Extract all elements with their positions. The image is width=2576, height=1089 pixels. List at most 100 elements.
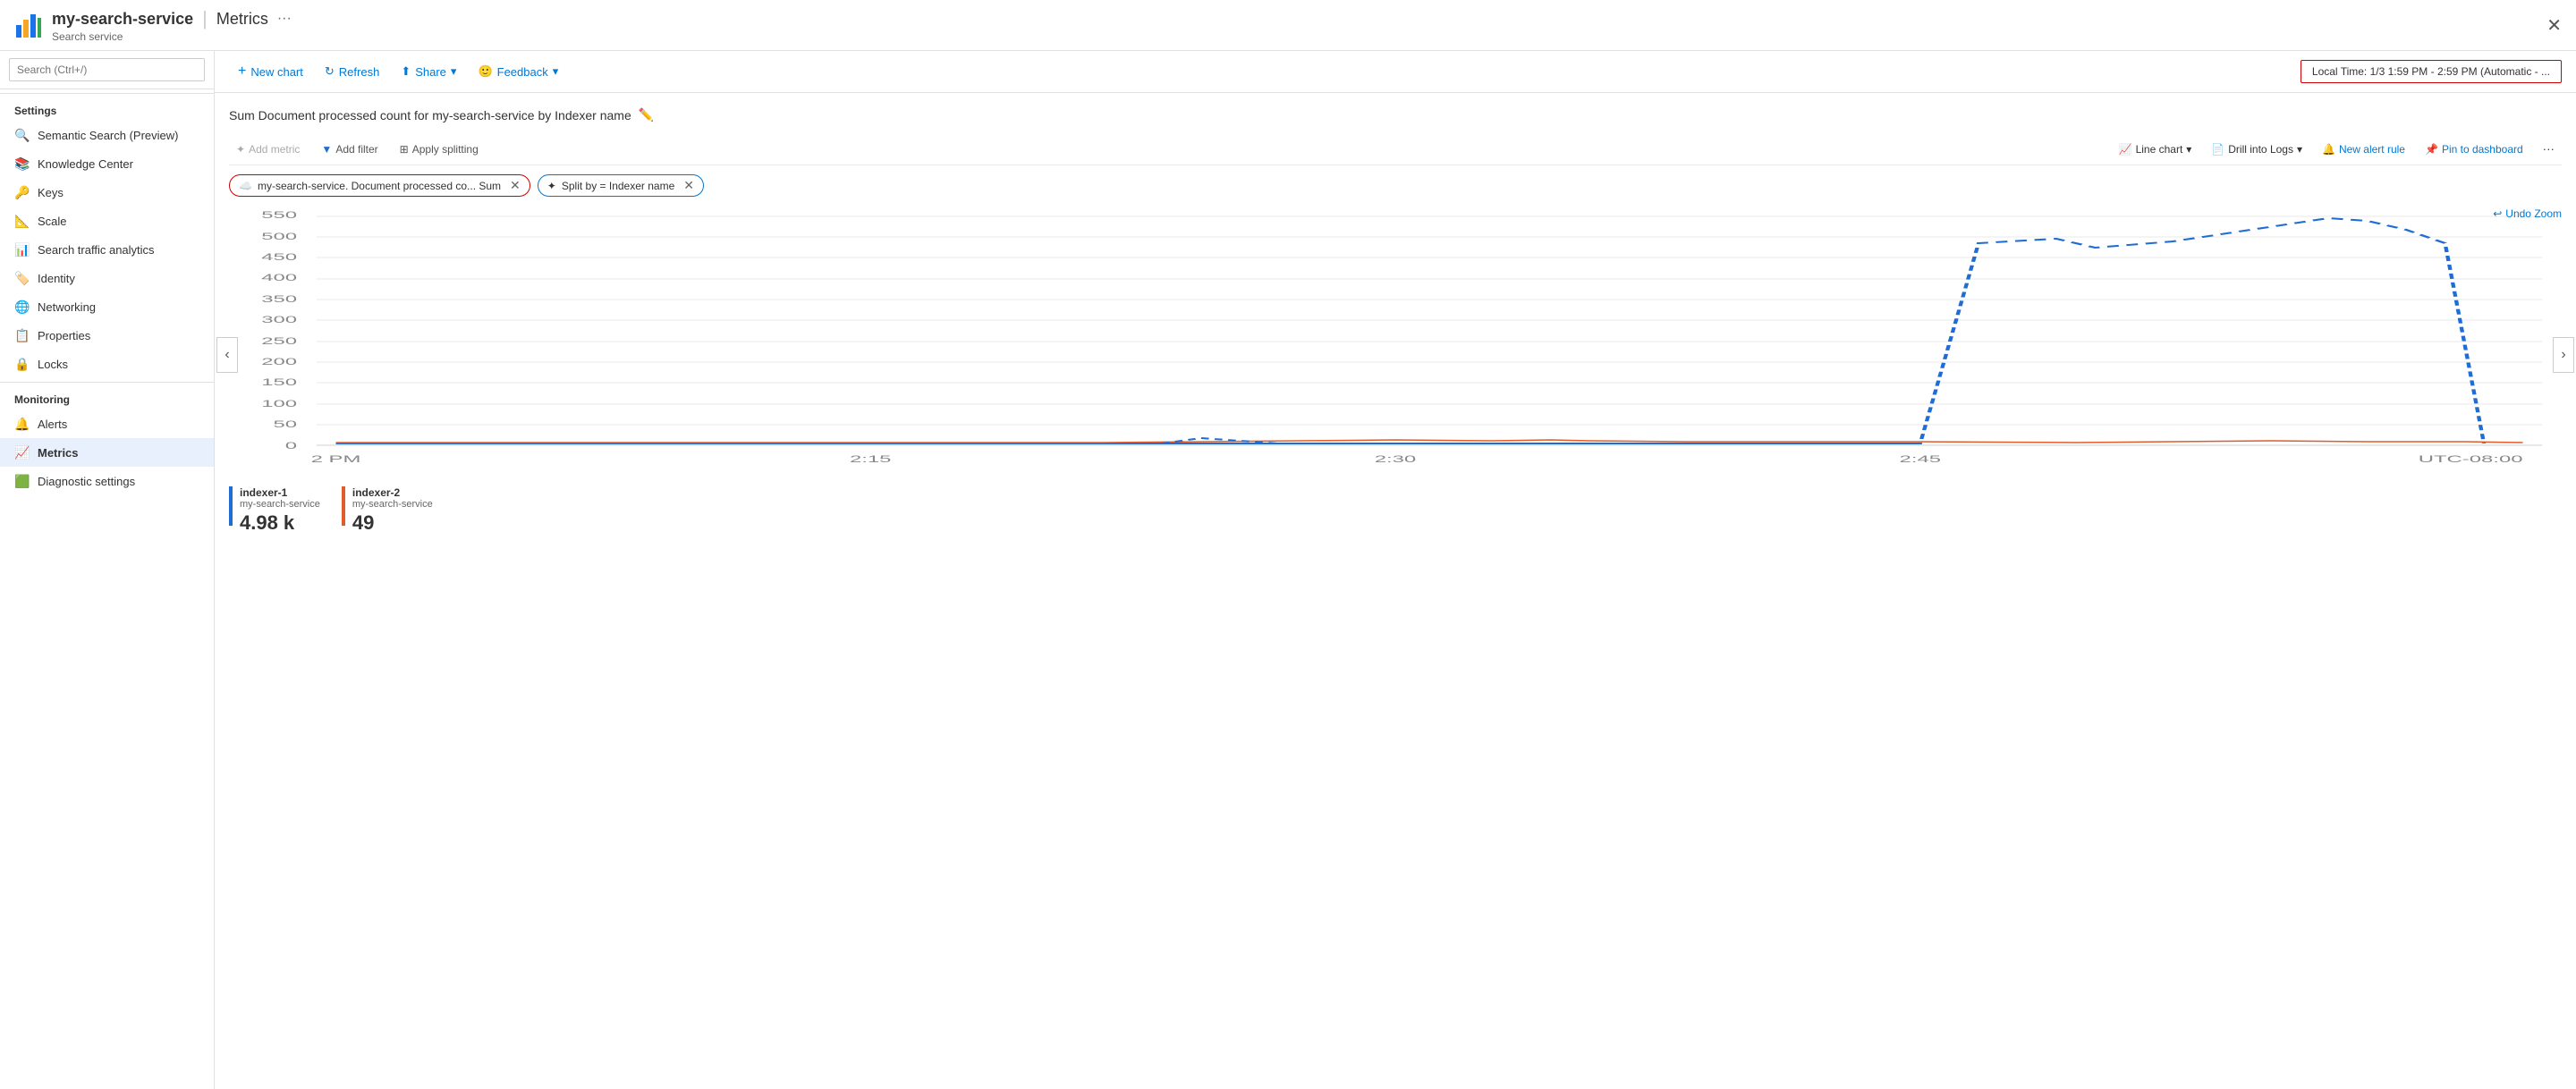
sidebar-item-label: Knowledge Center <box>38 157 133 171</box>
svg-text:450: 450 <box>261 251 297 262</box>
refresh-button[interactable]: ↻ Refresh <box>316 59 388 84</box>
apply-splitting-button[interactable]: ⊞ Apply splitting <box>393 139 486 159</box>
alert-icon: 🔔 <box>2322 143 2335 156</box>
header-dots[interactable]: ··· <box>277 11 292 27</box>
add-metric-label: Add metric <box>249 143 300 156</box>
add-metric-button[interactable]: ✦ Add metric <box>229 139 307 159</box>
svg-text:2 PM: 2 PM <box>311 453 361 464</box>
properties-icon: 📋 <box>14 327 30 343</box>
sidebar-item-alerts[interactable]: 🔔 Alerts <box>0 409 214 438</box>
sidebar-item-keys[interactable]: 🔑 Keys <box>0 178 214 207</box>
sidebar-item-label: Keys <box>38 186 64 199</box>
main-toolbar: + New chart ↻ Refresh ⬆ Share ▾ 🙂 Feedba… <box>215 51 2576 93</box>
sidebar-item-semantic-search[interactable]: 🔍 Semantic Search (Preview) <box>0 121 214 149</box>
add-filter-label: Add filter <box>335 143 377 156</box>
time-range-button[interactable]: Local Time: 1/3 1:59 PM - 2:59 PM (Autom… <box>2301 60 2562 83</box>
metrics-icon: 📈 <box>14 444 30 460</box>
sidebar: Settings 🔍 Semantic Search (Preview) 📚 K… <box>0 51 215 1089</box>
sidebar-item-identity[interactable]: 🏷️ Identity <box>0 264 214 292</box>
add-filter-icon: ▼ <box>321 143 332 156</box>
chart-prev-button[interactable]: ‹ <box>216 337 238 373</box>
new-chart-button[interactable]: + New chart <box>229 58 312 85</box>
content-area: + New chart ↻ Refresh ⬆ Share ▾ 🙂 Feedba… <box>215 51 2576 1089</box>
new-alert-rule-button[interactable]: 🔔 New alert rule <box>2315 139 2412 159</box>
split-chip-close-button[interactable]: ✕ <box>683 178 694 193</box>
chart-edit-icon[interactable]: ✏️ <box>639 107 654 122</box>
svg-text:2:15: 2:15 <box>850 453 892 464</box>
undo-zoom-button[interactable]: ↩ Undo Zoom <box>2493 207 2562 220</box>
header-subtitle: Search service <box>52 30 292 43</box>
drill-icon: 📄 <box>2211 143 2224 156</box>
app-logo <box>14 11 43 39</box>
share-button[interactable]: ⬆ Share ▾ <box>392 59 465 84</box>
svg-text:250: 250 <box>261 335 297 346</box>
refresh-label: Refresh <box>339 65 380 79</box>
svg-text:200: 200 <box>261 356 297 367</box>
undo-zoom-label: Undo Zoom <box>2505 207 2562 220</box>
indexer1-dashed-line <box>336 218 2485 443</box>
page-title: Metrics <box>216 10 268 29</box>
feedback-chevron-icon: ▾ <box>553 64 559 79</box>
sidebar-item-networking[interactable]: 🌐 Networking <box>0 292 214 321</box>
sidebar-section-monitoring: Monitoring 🔔 Alerts 📈 Metrics 🟩 Diagnost… <box>0 378 214 495</box>
indexer2-name: indexer-2 <box>352 486 433 499</box>
header-title-block: my-search-service | Metrics ··· Search s… <box>52 7 292 43</box>
sidebar-item-diagnostic-settings[interactable]: 🟩 Diagnostic settings <box>0 467 214 495</box>
add-filter-button[interactable]: ▼ Add filter <box>314 139 385 159</box>
sidebar-item-knowledge-center[interactable]: 📚 Knowledge Center <box>0 149 214 178</box>
indexer1-name: indexer-1 <box>240 486 320 499</box>
more-options-button[interactable]: ··· <box>2536 139 2562 159</box>
sidebar-item-scale[interactable]: 📐 Scale <box>0 207 214 235</box>
locks-icon: 🔒 <box>14 356 30 372</box>
undo-icon: ↩ <box>2493 207 2502 220</box>
svg-text:550: 550 <box>261 209 297 220</box>
main-layout: Settings 🔍 Semantic Search (Preview) 📚 K… <box>0 51 2576 1089</box>
sidebar-item-label: Search traffic analytics <box>38 243 155 257</box>
header: my-search-service | Metrics ··· Search s… <box>0 0 2576 51</box>
chart-area: ↩ Undo Zoom ‹ › 550 500 450 400 350 300 <box>229 207 2562 535</box>
svg-text:300: 300 <box>261 314 297 325</box>
metric-chip: ☁️ my-search-service. Document processed… <box>229 174 530 197</box>
sidebar-item-locks[interactable]: 🔒 Locks <box>0 350 214 378</box>
indexer1-value: 4.98 k <box>240 511 320 535</box>
sidebar-item-search-traffic[interactable]: 📊 Search traffic analytics <box>0 235 214 264</box>
line-chart-chevron-icon: ▾ <box>2186 143 2191 156</box>
sidebar-item-properties[interactable]: 📋 Properties <box>0 321 214 350</box>
svg-text:400: 400 <box>261 272 297 283</box>
drill-into-logs-button[interactable]: 📄 Drill into Logs ▾ <box>2204 139 2309 159</box>
chip-close-button[interactable]: ✕ <box>510 178 521 193</box>
sidebar-item-label: Alerts <box>38 418 67 431</box>
pin-icon: 📌 <box>2425 143 2438 156</box>
indexer1-color-bar <box>229 486 233 526</box>
close-button[interactable]: ✕ <box>2546 14 2562 37</box>
chart-panel: Sum Document processed count for my-sear… <box>215 93 2576 1089</box>
pin-to-dashboard-button[interactable]: 📌 Pin to dashboard <box>2418 139 2530 159</box>
svg-text:350: 350 <box>261 293 297 304</box>
sidebar-item-label: Metrics <box>38 446 79 460</box>
legend-indexer2: indexer-2 my-search-service 49 <box>342 486 433 535</box>
keys-icon: 🔑 <box>14 184 30 200</box>
chart-title: Sum Document processed count for my-sear… <box>229 108 631 122</box>
svg-text:2:45: 2:45 <box>1900 453 1942 464</box>
title-separator: | <box>202 7 208 30</box>
settings-section-title: Settings <box>0 93 214 121</box>
indexer2-value: 49 <box>352 511 433 535</box>
sidebar-section-settings: Settings 🔍 Semantic Search (Preview) 📚 K… <box>0 89 214 378</box>
traffic-analytics-icon: 📊 <box>14 241 30 257</box>
sidebar-item-metrics[interactable]: 📈 Metrics <box>0 438 214 467</box>
chart-next-button[interactable]: › <box>2553 337 2574 373</box>
feedback-icon: 🙂 <box>478 64 492 79</box>
semantic-search-icon: 🔍 <box>14 127 30 143</box>
indexer1-info: indexer-1 my-search-service 4.98 k <box>240 486 320 535</box>
line-chart-label: Line chart <box>2136 143 2183 156</box>
sidebar-item-label: Locks <box>38 358 68 371</box>
feedback-button[interactable]: 🙂 Feedback ▾ <box>469 59 567 84</box>
svg-text:100: 100 <box>261 398 297 409</box>
metrics-toolbar: ✦ Add metric ▼ Add filter ⊞ Apply splitt… <box>229 133 2562 165</box>
drill-label: Drill into Logs <box>2228 143 2293 156</box>
sidebar-search-container <box>0 51 214 89</box>
line-chart-button[interactable]: 📈 Line chart ▾ <box>2112 139 2199 159</box>
search-input[interactable] <box>9 58 205 81</box>
line-chart-icon: 📈 <box>2119 143 2132 156</box>
feedback-label: Feedback <box>497 65 548 79</box>
